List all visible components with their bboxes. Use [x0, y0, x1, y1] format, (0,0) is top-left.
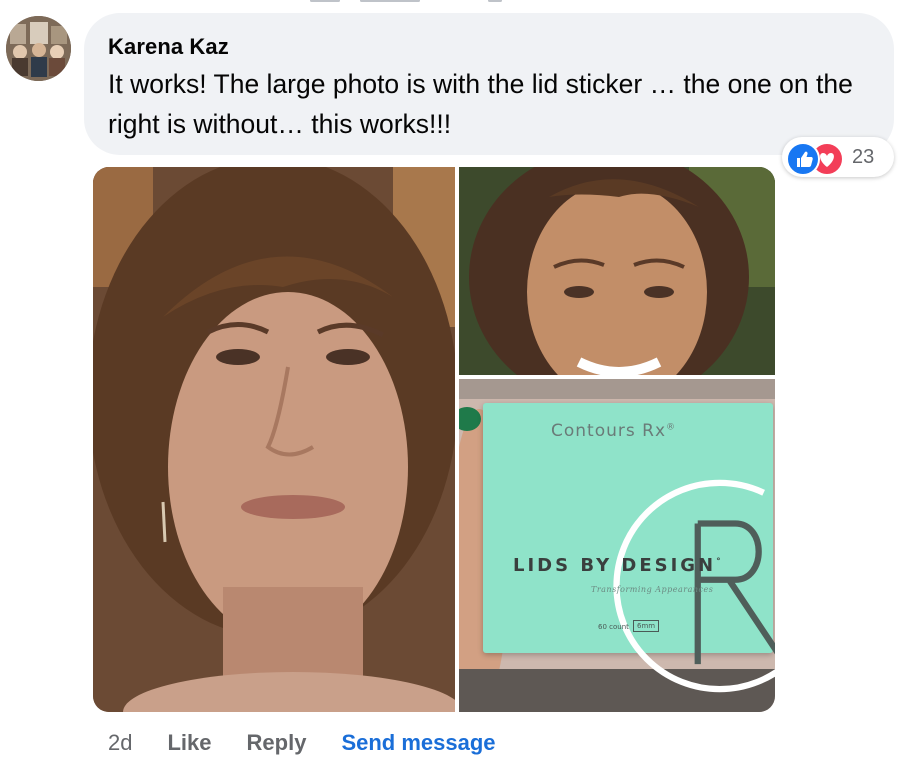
user-avatar[interactable] [6, 16, 71, 81]
comment-timestamp[interactable]: 2d [108, 730, 132, 756]
photo-before-with-sticker [93, 167, 455, 712]
avatar-photo [6, 16, 71, 81]
lids-by-design-card: Contours Rx® LIDS BY DESIGN° Transformin… [483, 403, 775, 693]
comment-actions-bar: 2d Like Reply Send message [108, 728, 496, 758]
like-button[interactable]: Like [167, 730, 211, 756]
comment-author-name[interactable]: Karena Kaz [108, 34, 229, 60]
comment-container: Karena Kaz It works! The large photo is … [0, 0, 905, 767]
card-count: 60 count [598, 623, 629, 631]
attached-photo[interactable]: Contours Rx® LIDS BY DESIGN° Transformin… [93, 167, 775, 712]
card-brand-text: Contours Rx® [551, 421, 677, 441]
send-message-button[interactable]: Send message [341, 730, 495, 756]
reply-button[interactable]: Reply [247, 730, 307, 756]
card-tagline: Transforming Appearances [591, 585, 714, 594]
card-product-name: LIDS BY DESIGN° [513, 555, 724, 576]
reactions-summary[interactable]: 23 [782, 137, 894, 177]
card-size-badge: 6mm [633, 620, 660, 632]
previous-content-fragment [270, 0, 520, 3]
comment-text: It works! The large photo is with the li… [108, 69, 853, 139]
like-icon [786, 142, 820, 176]
reaction-count: 23 [852, 146, 875, 168]
product-package-photo: Contours Rx® LIDS BY DESIGN° Transformin… [459, 379, 775, 712]
photo-after-without-sticker [459, 167, 775, 375]
